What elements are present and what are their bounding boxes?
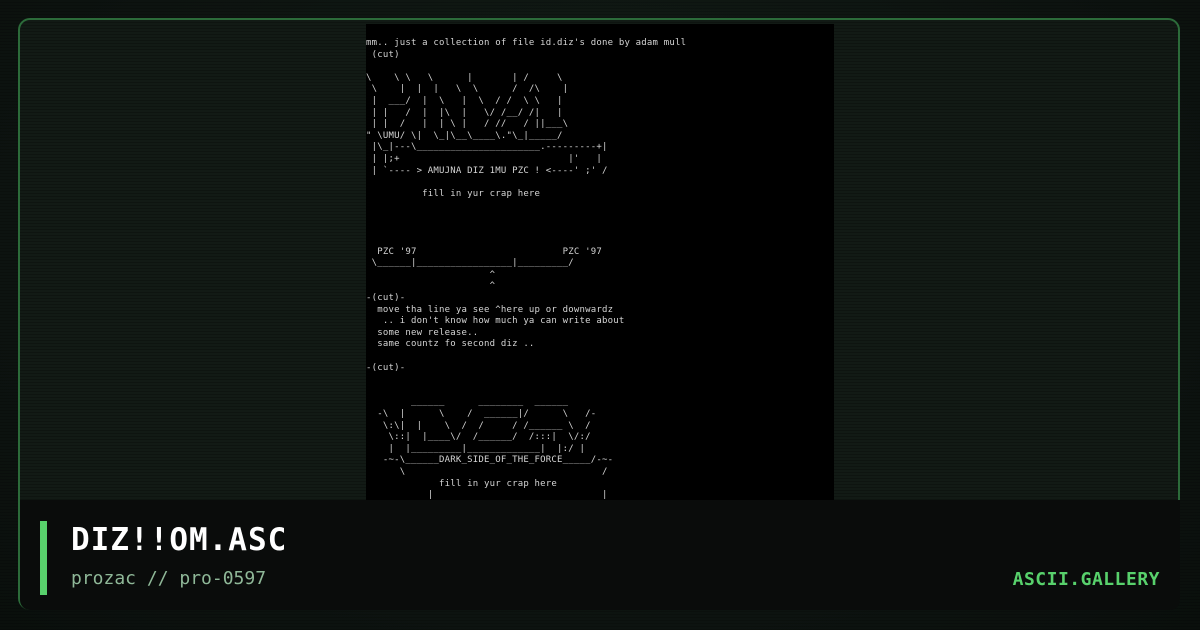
art-author-id: prozac // pro-0597 <box>71 568 267 589</box>
ascii-art-text: mm.. just a collection of file id.diz's … <box>366 38 687 500</box>
info-footer: DIZ!!OM.ASC prozac // pro-0597 ASCII.GAL… <box>20 500 1180 610</box>
art-title: DIZ!!OM.ASC <box>71 522 288 558</box>
accent-bar <box>40 521 47 595</box>
site-brand[interactable]: ASCII.GALLERY <box>1013 569 1160 590</box>
ascii-art-panel: mm.. just a collection of file id.diz's … <box>366 24 834 500</box>
